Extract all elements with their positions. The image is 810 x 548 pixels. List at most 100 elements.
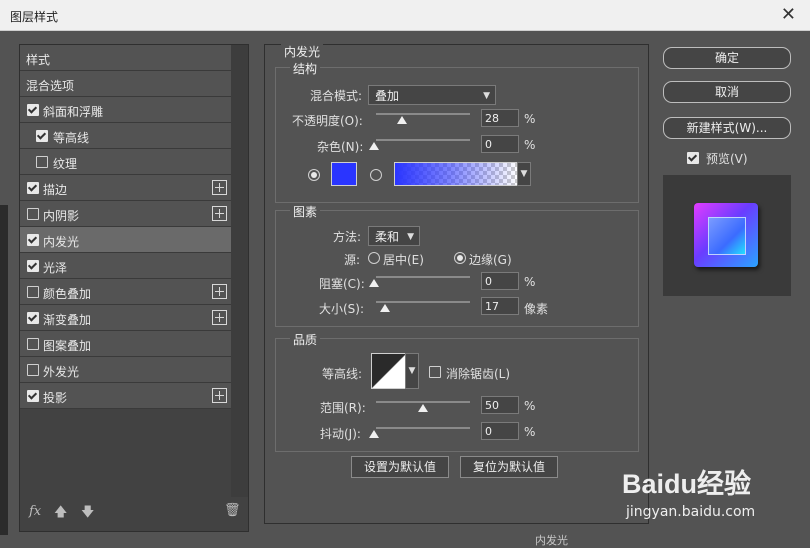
source-edge-label[interactable]: 边缘(G) xyxy=(469,251,512,268)
jitter-slider-track[interactable] xyxy=(376,427,470,429)
style-checkbox[interactable] xyxy=(27,312,39,324)
choke-slider-thumb[interactable] xyxy=(369,279,379,287)
gradient-radio[interactable] xyxy=(370,169,382,181)
style-checkbox[interactable] xyxy=(27,338,39,350)
range-slider-thumb[interactable] xyxy=(418,404,428,412)
size-slider-track[interactable] xyxy=(376,301,470,303)
title-bar: 图层样式 ✕ xyxy=(0,0,810,31)
blend-mode-select[interactable]: 叠加 ▼ xyxy=(368,85,496,105)
style-list-item[interactable]: 内阴影 xyxy=(20,201,231,227)
source-label: 源: xyxy=(344,253,361,267)
noise-unit: % xyxy=(524,138,536,152)
window-title: 图层样式 xyxy=(10,10,59,24)
style-list-item[interactable]: 纹理 xyxy=(20,149,231,175)
style-list-label: 斜面和浮雕 xyxy=(43,105,104,119)
add-effect-icon[interactable] xyxy=(212,310,227,325)
style-list-label: 内发光 xyxy=(43,235,80,249)
blend-mode-value: 叠加 xyxy=(375,89,400,103)
style-list-label: 渐变叠加 xyxy=(43,313,92,327)
style-checkbox[interactable] xyxy=(27,234,39,246)
gradient-dropdown[interactable]: ▼ xyxy=(517,162,531,186)
cancel-button[interactable]: 取消 xyxy=(663,81,791,103)
ok-button[interactable]: 确定 xyxy=(663,47,791,69)
add-effect-icon[interactable] xyxy=(212,284,227,299)
choke-input[interactable]: 0 xyxy=(481,272,519,290)
style-list-item[interactable]: 样式 xyxy=(20,45,231,71)
add-effect-icon[interactable] xyxy=(212,180,227,195)
glow-color-swatch[interactable] xyxy=(331,162,357,186)
style-checkbox[interactable] xyxy=(27,260,39,272)
style-list-item[interactable]: 等高线 xyxy=(20,123,231,149)
size-input[interactable]: 17 xyxy=(481,297,519,315)
style-list-item[interactable]: 投影 xyxy=(20,383,231,409)
preview-checkbox[interactable] xyxy=(687,152,699,164)
style-list-item[interactable]: 光泽 xyxy=(20,253,231,279)
noise-input[interactable]: 0 xyxy=(481,135,519,153)
style-list-item[interactable]: 描边 xyxy=(20,175,231,201)
method-select[interactable]: 柔和 ▼ xyxy=(368,226,420,246)
watermark-logo-text: Baidu经验 xyxy=(622,469,752,499)
antialias-label[interactable]: 消除锯齿(L) xyxy=(446,365,510,382)
contour-picker[interactable] xyxy=(371,353,407,389)
source-center-radio[interactable] xyxy=(368,252,380,264)
noise-slider-thumb[interactable] xyxy=(369,142,379,150)
add-effect-icon[interactable] xyxy=(212,206,227,221)
move-up-icon[interactable]: 🡅 xyxy=(54,503,67,525)
panel-title: 内发光 xyxy=(281,43,324,60)
style-list-label: 描边 xyxy=(43,183,68,197)
choke-slider-track[interactable] xyxy=(376,276,470,278)
trash-icon[interactable]: 🗑 xyxy=(224,503,241,518)
opacity-input[interactable]: 28 xyxy=(481,109,519,127)
range-input[interactable]: 50 xyxy=(481,396,519,414)
style-list-label: 样式 xyxy=(26,53,51,67)
range-slider-track[interactable] xyxy=(376,401,470,403)
style-list-item[interactable]: 混合选项 xyxy=(20,71,231,97)
glow-gradient-picker[interactable] xyxy=(394,162,519,186)
style-checkbox[interactable] xyxy=(27,104,39,116)
style-list-label: 颜色叠加 xyxy=(43,287,92,301)
style-list-item[interactable]: 外发光 xyxy=(20,357,231,383)
style-checkbox[interactable] xyxy=(36,130,48,142)
style-list-item[interactable]: 图案叠加 xyxy=(20,331,231,357)
watermark-url: jingyan.baidu.com xyxy=(626,504,756,520)
size-slider-thumb[interactable] xyxy=(380,304,390,312)
add-effect-icon[interactable] xyxy=(212,388,227,403)
reset-default-button[interactable]: 复位为默认值 xyxy=(460,456,558,478)
fx-icon[interactable]: fx xyxy=(29,504,41,519)
jitter-slider-thumb[interactable] xyxy=(369,430,379,438)
style-checkbox[interactable] xyxy=(27,390,39,402)
choke-label: 阻塞(C): xyxy=(319,277,365,291)
style-list-item[interactable]: 颜色叠加 xyxy=(20,279,231,305)
size-label: 大小(S): xyxy=(319,302,365,316)
structure-group: 结构 混合模式: 叠加 ▼ 不透明度(O): 28 % 杂色(N): 0 % ▼ xyxy=(275,60,639,203)
move-down-icon[interactable]: 🡇 xyxy=(81,503,94,525)
style-checkbox[interactable] xyxy=(36,156,48,168)
style-list-item[interactable]: 渐变叠加 xyxy=(20,305,231,331)
color-radio[interactable] xyxy=(308,169,320,181)
preview-label[interactable]: 预览(V) xyxy=(706,150,748,167)
style-list-scrollbar[interactable] xyxy=(231,45,248,497)
size-unit: 像素 xyxy=(524,302,549,316)
opacity-slider-thumb[interactable] xyxy=(397,116,407,124)
jitter-input[interactable]: 0 xyxy=(481,422,519,440)
contour-dropdown[interactable]: ▼ xyxy=(405,353,419,389)
close-icon[interactable]: ✕ xyxy=(781,4,796,25)
style-checkbox[interactable] xyxy=(27,286,39,298)
structure-title: 结构 xyxy=(290,60,321,77)
style-checkbox[interactable] xyxy=(27,364,39,376)
style-checkbox[interactable] xyxy=(27,182,39,194)
style-checkbox[interactable] xyxy=(27,208,39,220)
style-list-item[interactable]: 斜面和浮雕 xyxy=(20,97,231,123)
noise-slider-track[interactable] xyxy=(376,139,470,141)
elements-group: 图素 方法: 柔和 ▼ 源: 居中(E) 边缘(G) 阻塞(C): 0 % 大小… xyxy=(275,203,639,327)
set-default-button[interactable]: 设置为默认值 xyxy=(351,456,449,478)
antialias-checkbox[interactable] xyxy=(429,366,441,378)
source-edge-radio[interactable] xyxy=(454,252,466,264)
source-center-label[interactable]: 居中(E) xyxy=(383,251,424,268)
style-list-label: 外发光 xyxy=(43,365,80,379)
inner-glow-panel: 内发光 结构 混合模式: 叠加 ▼ 不透明度(O): 28 % 杂色(N): 0… xyxy=(264,43,649,524)
style-list-label: 图案叠加 xyxy=(43,339,92,353)
opacity-slider-track[interactable] xyxy=(376,113,470,115)
style-list-item[interactable]: 内发光 xyxy=(20,227,231,253)
new-style-button[interactable]: 新建样式(W)... xyxy=(663,117,791,139)
